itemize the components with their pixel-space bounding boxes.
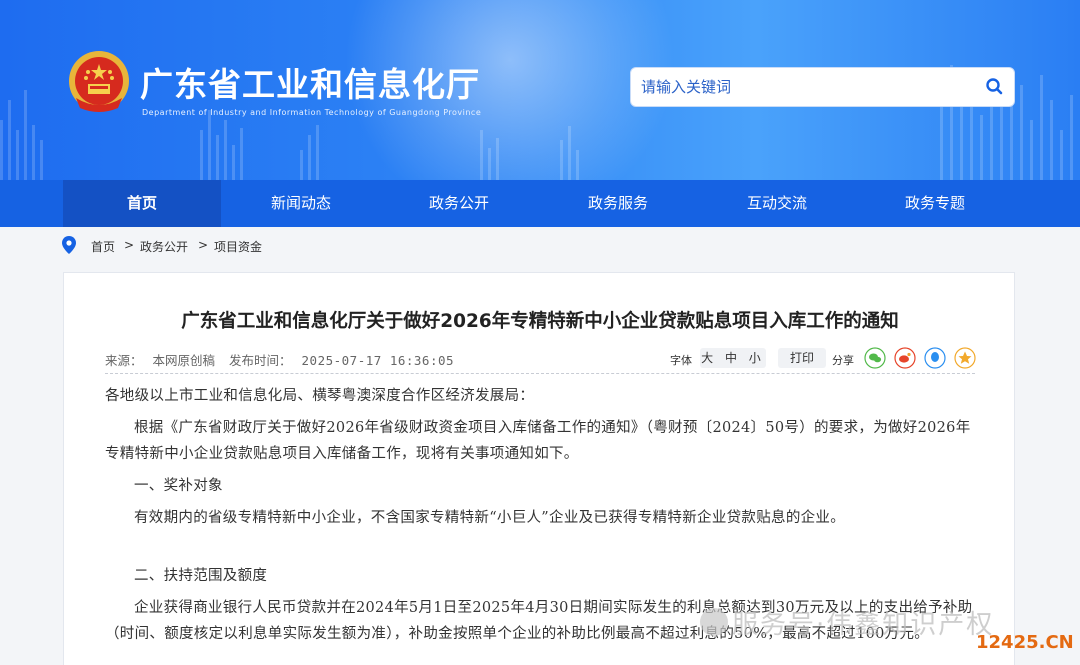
search-icon[interactable] [985,77,1003,95]
breadcrumb-separator: > [124,238,135,252]
section-heading: 二、扶持范围及额度 [134,568,268,584]
article-title: 广东省工业和信息化厅关于做好2026年专精特新中小企业贷款贴息项目入库工作的通知 [181,311,899,332]
header-banner: 广东省工业和信息化厅 Department of Industry and In… [0,0,1080,180]
main-nav: 首页 新闻动态 政务公开 政务服务 互动交流 政务专题 [0,180,1080,227]
nav-item-gov-service[interactable]: 政务服务 [539,180,697,227]
breadcrumb-project-funds[interactable]: 项目资金 [214,238,262,255]
font-size-switch[interactable]: 大 中 小 [700,348,766,368]
nav-item-interaction[interactable]: 互动交流 [698,180,856,227]
search-box [630,67,1015,107]
site-subtitle: Department of Industry and Information T… [142,108,482,117]
watermark-text: 服务号·伟鑫知识产权 [732,610,995,640]
qq-icon[interactable] [924,347,946,369]
publish-time: 2025-07-17 16:36:05 [301,353,455,368]
weibo-icon[interactable] [894,347,916,369]
location-pin-icon [62,236,76,254]
time-label: 发布时间： [229,353,292,368]
nav-item-news[interactable]: 新闻动态 [222,180,380,227]
national-emblem-icon [69,51,129,112]
salutation: 各地级以上市工业和信息化局、横琴粤澳深度合作区经济发展局： [105,388,535,404]
nav-item-gov-open[interactable]: 政务公开 [380,180,538,227]
breadcrumb-gov-open[interactable]: 政务公开 [140,238,188,255]
source-value: 本网原创稿 [152,353,216,368]
site-title: 广东省工业和信息化厅 [140,65,480,104]
nav-item-home[interactable]: 首页 [63,180,221,227]
source-label: 来源： [105,353,143,368]
font-label: 字体 [670,354,692,367]
print-button[interactable]: 打印 [778,348,826,368]
share-label: 分享 [832,354,854,367]
paragraph: 根据《广东省财政厅关于做好2026年省级财政资金项目入库储备工作的通知》（粤财预… [105,420,971,462]
search-input[interactable] [641,74,971,100]
meta-divider [105,373,975,374]
qzone-icon[interactable] [954,347,976,369]
section-heading: 一、奖补对象 [134,478,223,494]
wechat-icon[interactable] [864,347,886,369]
nav-item-topics[interactable]: 政务专题 [856,180,1014,227]
breadcrumb-separator: > [198,238,209,252]
paragraph: 有效期内的省级专精特新中小企业，不含国家专精特新“小巨人”企业及已获得专精特新企… [134,510,846,526]
article-meta: 来源： 本网原创稿 发布时间： 2025-07-17 16:36:05 [105,350,464,369]
watermark-domain: 12425.CN [976,632,1074,653]
breadcrumb-home[interactable]: 首页 [91,238,115,255]
watermark-logo-icon [700,608,728,636]
